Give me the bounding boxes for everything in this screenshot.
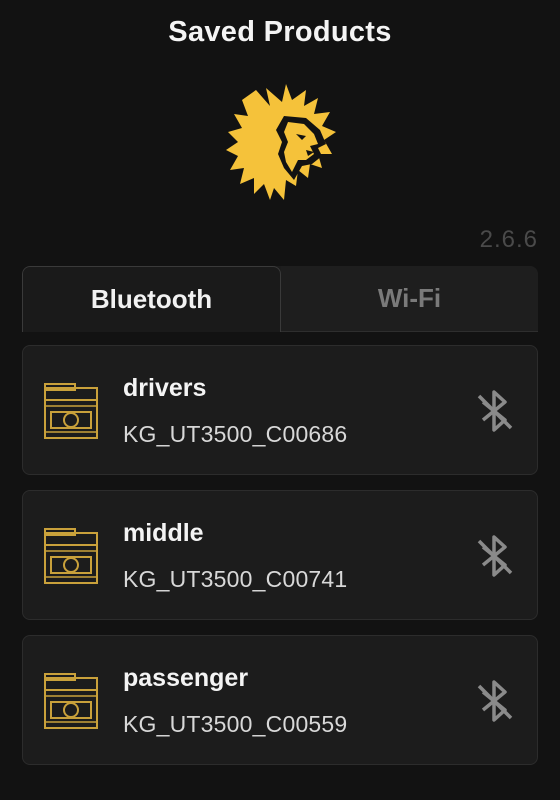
device-name: drivers — [123, 374, 207, 402]
device-unit-icon — [44, 528, 98, 584]
bluetooth-disabled-icon[interactable] — [475, 535, 515, 577]
tab-bluetooth[interactable]: Bluetooth — [22, 266, 281, 332]
tab-wifi[interactable]: Wi-Fi — [281, 266, 538, 332]
device-card-drivers[interactable]: drivers KG_UT3500_C00686 — [22, 345, 538, 475]
device-id: KG_UT3500_C00741 — [123, 566, 348, 592]
device-name: middle — [123, 519, 204, 547]
device-unit-icon — [44, 673, 98, 729]
bluetooth-disabled-icon[interactable] — [475, 680, 515, 722]
bluetooth-disabled-icon[interactable] — [475, 390, 515, 432]
device-name: passenger — [123, 664, 249, 692]
device-id: KG_UT3500_C00559 — [123, 711, 348, 737]
app-version: 2.6.6 — [479, 226, 538, 253]
lion-head-logo-icon — [226, 84, 336, 200]
device-id: KG_UT3500_C00686 — [123, 421, 348, 447]
device-card-passenger[interactable]: passenger KG_UT3500_C00559 — [22, 635, 538, 765]
device-card-middle[interactable]: middle KG_UT3500_C00741 — [22, 490, 538, 620]
device-list: drivers KG_UT3500_C00686 middle KG_UT350… — [22, 345, 538, 780]
page-title: Saved Products — [168, 16, 392, 48]
connection-tabs: Bluetooth Wi-Fi — [22, 266, 538, 332]
device-unit-icon — [44, 383, 98, 439]
